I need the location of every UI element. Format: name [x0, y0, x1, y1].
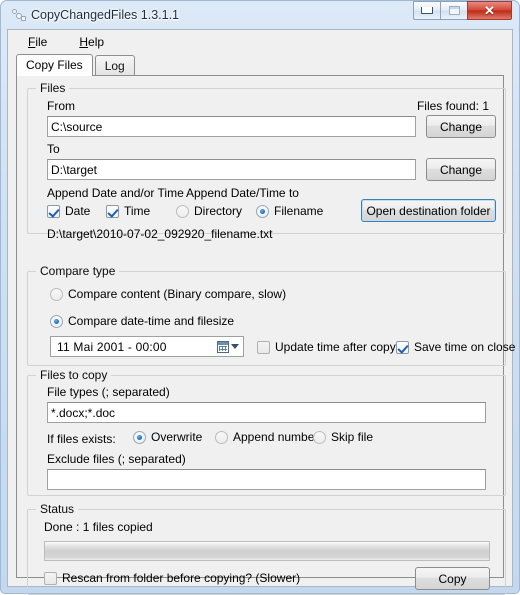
compare-type-caption: Compare type: [36, 264, 120, 278]
exclude-files-input[interactable]: [47, 469, 486, 490]
menu-file-rest: ile: [35, 35, 48, 49]
tab-strip: Copy Files Log: [8, 54, 512, 76]
overwrite-radio-label: Overwrite: [151, 430, 203, 444]
filename-radio-label: Filename: [274, 204, 324, 218]
menu-help-rest: elp: [88, 35, 105, 49]
update-time-checkbox-box: [257, 340, 270, 354]
files-found-label: Files found: 1: [416, 99, 489, 113]
directory-radio-dot: [176, 204, 189, 218]
datetime-picker-dropdown[interactable]: [217, 340, 243, 353]
file-types-label: File types (; separated): [47, 385, 170, 399]
overwrite-radio[interactable]: Overwrite: [133, 430, 202, 444]
window-controls: ✕: [413, 1, 512, 20]
datetime-compare-radio[interactable]: Compare date-time and filesize: [50, 314, 234, 328]
append-number-radio-label: Append number: [233, 430, 319, 444]
close-icon: ✕: [484, 3, 495, 18]
filename-radio[interactable]: Filename: [256, 204, 323, 218]
files-groupbox: Files From Files found: 1 Change To Chan…: [27, 81, 506, 241]
skip-file-radio[interactable]: Skip file: [313, 430, 373, 444]
if-exists-label: If files exists:: [47, 432, 116, 446]
save-time-checkbox-box: [396, 340, 409, 354]
time-checkbox-label: Time: [124, 204, 151, 218]
menu-help-accel: H: [79, 35, 89, 49]
app-dots-icon: [11, 7, 27, 23]
title-bar[interactable]: CopyChangedFiles 1.3.1.1 ✕: [7, 1, 513, 29]
copy-button[interactable]: Copy: [415, 567, 490, 590]
time-checkbox-box: [106, 204, 119, 218]
change-from-button[interactable]: Change: [426, 115, 496, 138]
to-input[interactable]: [47, 159, 416, 180]
status-text: Done : 1 files copied: [44, 520, 153, 534]
files-groupbox-caption: Files: [36, 81, 70, 95]
progress-bar: [44, 541, 490, 561]
rescan-checkbox-box: [44, 571, 57, 585]
directory-radio-label: Directory: [194, 204, 243, 218]
files-to-copy-groupbox: Files to copy File types (; separated) I…: [27, 368, 506, 496]
filename-radio-dot: [256, 204, 269, 218]
minimize-icon: [421, 7, 433, 14]
open-destination-folder-button[interactable]: Open destination folder: [361, 199, 496, 222]
menu-bar: File Help: [8, 30, 512, 54]
compare-type-groupbox: Compare type Compare content (Binary com…: [27, 264, 515, 366]
minimize-button[interactable]: [413, 1, 440, 20]
datetime-compare-radio-dot: [50, 314, 63, 328]
update-time-checkbox-label: Update time after copy.: [275, 340, 399, 354]
chevron-down-icon: [231, 344, 239, 349]
update-time-checkbox[interactable]: Update time after copy.: [257, 340, 398, 354]
destination-preview-path: D:\target\2010-07-02_092920_filename.txt: [47, 227, 273, 241]
overwrite-radio-dot: [133, 430, 146, 444]
from-input[interactable]: [47, 116, 416, 137]
application-window: CopyChangedFiles 1.3.1.1 ✕ File Help Cop…: [0, 0, 520, 595]
exclude-files-label: Exclude files (; separated): [47, 452, 186, 466]
save-time-checkbox[interactable]: Save time on close: [396, 340, 515, 354]
rescan-checkbox-label: Rescan from folder before copying? (Slow…: [62, 571, 301, 585]
change-to-button[interactable]: Change: [426, 158, 496, 181]
menu-item-file[interactable]: File: [22, 33, 53, 51]
rescan-checkbox[interactable]: Rescan from folder before copying? (Slow…: [44, 571, 300, 585]
date-checkbox-label: Date: [65, 204, 91, 218]
status-groupbox: Status Done : 1 files copied Rescan from…: [27, 502, 506, 595]
maximize-icon: [448, 6, 460, 15]
append-datetime-label: Append Date and/or Time: [47, 186, 184, 200]
status-caption: Status: [36, 502, 79, 516]
from-label: From: [47, 99, 75, 113]
datetime-picker-value: 11 Mai 2001 - 00:00: [57, 339, 167, 354]
maximize-button[interactable]: [440, 1, 467, 20]
binary-compare-radio[interactable]: Compare content (Binary compare, slow): [50, 287, 286, 301]
save-time-checkbox-label: Save time on close: [414, 340, 516, 354]
append-target-label: Append Date/Time to: [186, 186, 299, 200]
datetime-picker[interactable]: 11 Mai 2001 - 00:00: [50, 336, 244, 357]
append-number-radio[interactable]: Append number: [215, 430, 318, 444]
tab-log[interactable]: Log: [94, 55, 135, 76]
time-checkbox[interactable]: Time: [106, 204, 150, 218]
datetime-compare-radio-label: Compare date-time and filesize: [68, 314, 235, 328]
append-number-radio-dot: [215, 430, 228, 444]
file-types-input[interactable]: [47, 402, 486, 423]
binary-compare-radio-dot: [50, 287, 63, 301]
close-button[interactable]: ✕: [467, 1, 512, 20]
skip-file-radio-dot: [313, 430, 326, 444]
tab-panel-copy-files: Files From Files found: 1 Change To Chan…: [16, 75, 515, 595]
menu-item-help[interactable]: Help: [73, 33, 110, 51]
directory-radio[interactable]: Directory: [176, 204, 242, 218]
date-checkbox[interactable]: Date: [47, 204, 90, 218]
files-to-copy-caption: Files to copy: [36, 368, 112, 382]
date-checkbox-box: [47, 204, 60, 218]
client-area: File Help Copy Files Log Files From File…: [7, 29, 515, 595]
skip-file-radio-label: Skip file: [331, 430, 374, 444]
window-title: CopyChangedFiles 1.3.1.1: [31, 8, 180, 22]
to-label: To: [47, 142, 60, 156]
calendar-icon: [217, 340, 229, 353]
tab-copy-files[interactable]: Copy Files: [16, 54, 93, 76]
binary-compare-radio-label: Compare content (Binary compare, slow): [68, 287, 287, 301]
